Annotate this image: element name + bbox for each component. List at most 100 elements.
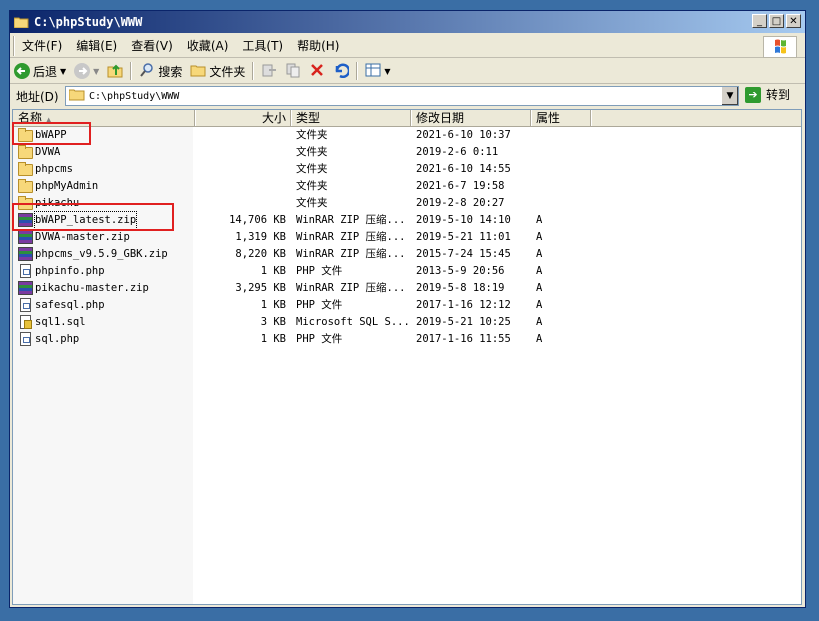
back-dropdown-icon[interactable]: ▼ [60,67,66,76]
file-modified: 2019-5-21 10:25 [416,316,511,328]
go-button[interactable]: ➔ 转到 [745,86,790,103]
file-size [198,144,286,161]
file-type: PHP 文件 [296,333,343,345]
list-item[interactable]: phpcms_v9.5.9_GBK.zip 8,220 KB WinRAR ZIP … [13,246,801,263]
minimize-button[interactable]: _ [752,14,767,28]
address-value: C:\phpStudy\WWW [89,90,180,102]
list-item[interactable]: pikachu-master.zip 3,295 KB WinRAR ZIP 压缩.… [13,280,801,297]
winrar-zip-icon [18,230,33,244]
list-item[interactable]: sql.php 1 KB PHP 文件 2017-1-16 11:55 A [13,331,801,348]
column-attributes[interactable]: 属性 [531,110,591,126]
file-modified: 2019-5-10 14:10 [416,214,511,226]
file-name: bWAPP [35,129,67,141]
file-modified: 2019-5-21 11:01 [416,231,511,243]
list-item[interactable]: DVWA 文件夹 2019-2-6 0:11 [13,144,801,161]
sql-file-icon [20,315,32,329]
list-item[interactable]: phpcms 文件夹 2021-6-10 14:55 [13,161,801,178]
copy-to-icon [285,62,301,81]
title-bar[interactable]: C:\phpStudy\WWW _ □ ✕ [10,11,805,33]
forward-button[interactable]: ▼ [70,60,103,82]
up-folder-button[interactable] [103,60,127,82]
menu-view[interactable]: 查看(V) [124,36,180,56]
file-modified: 2019-5-8 18:19 [416,282,505,294]
winrar-zip-icon [18,281,33,295]
winrar-zip-icon [18,213,33,227]
move-to-button[interactable] [257,60,281,82]
file-name: DVWA [35,146,61,158]
file-attributes: A [536,282,543,294]
file-modified: 2021-6-10 10:37 [416,129,511,141]
list-item[interactable]: phpMyAdmin 文件夹 2021-6-7 19:58 [13,178,801,195]
menu-edit[interactable]: 编辑(E) [69,36,124,56]
list-item[interactable]: DVWA-master.zip 1,319 KB WinRAR ZIP 压缩... 2… [13,229,801,246]
list-item[interactable]: bWAPP_latest.zip 14,706 KB WinRAR ZIP 压缩..… [13,211,801,230]
file-attributes: A [536,265,543,277]
file-modified: 2017-1-16 11:55 [416,333,511,345]
file-attributes: A [536,248,543,260]
column-name[interactable]: 名称 ▲ [13,110,195,126]
file-name: sql.php [35,333,80,345]
file-type: 文件夹 [296,180,328,192]
file-modified: 2019-2-6 0:11 [416,146,499,158]
file-name: safesql.php [35,299,105,311]
views-button[interactable]: ▼ [361,60,394,82]
file-list[interactable]: 名称 ▲ 大小 类型 修改日期 属性 bWAPP 文件夹 2021-6-10 10:3… [12,109,802,605]
address-input[interactable]: C:\phpStudy\WWW ▼ [65,86,739,106]
file-type: Microsoft SQL S... [296,316,410,328]
file-name: phpMyAdmin [35,180,99,192]
file-name: bWAPP_latest.zip [33,211,138,230]
folder-icon [18,145,33,159]
column-size-label: 大小 [261,111,286,125]
windows-logo-icon [763,36,797,58]
folder-icon [18,179,33,193]
explorer-window: C:\phpStudy\WWW _ □ ✕ 文件(F) 编辑(E) 查看(V) … [9,10,806,608]
file-size: 1 KB [260,299,286,311]
menu-file[interactable]: 文件(F) [14,36,69,56]
maximize-button[interactable]: □ [769,14,784,28]
delete-icon [309,62,325,81]
file-name: DVWA-master.zip [35,231,130,243]
file-size [198,178,286,195]
copy-to-button[interactable] [281,60,305,82]
file-type: 文件夹 [296,129,328,141]
search-label: 搜索 [158,64,183,79]
file-modified: 2019-2-8 20:27 [416,197,505,209]
window-title: C:\phpStudy\WWW [34,15,143,29]
file-type: 文件夹 [296,163,328,175]
folder-icon [18,128,33,142]
menu-tools[interactable]: 工具(T) [235,36,290,56]
menu-favorites[interactable]: 收藏(A) [180,36,236,56]
list-item[interactable]: safesql.php 1 KB PHP 文件 2017-1-16 12:12 A [13,297,801,314]
list-item[interactable]: bWAPP 文件夹 2021-6-10 10:37 [13,127,801,144]
file-size [198,161,286,178]
file-name: pikachu [35,197,80,209]
file-name: phpinfo.php [35,265,105,277]
list-item[interactable]: sql1.sql 3 KB Microsoft SQL S... 2019-5-21 … [13,314,801,331]
file-size: 1,319 KB [235,231,286,243]
delete-button[interactable] [305,60,329,82]
back-button[interactable]: 后退 ▼ [10,60,70,82]
menu-help[interactable]: 帮助(H) [290,36,346,56]
undo-button[interactable] [329,60,353,82]
folders-button[interactable]: 文件夹 [186,60,249,82]
search-button[interactable]: 搜索 [135,60,186,82]
undo-icon [333,62,351,81]
file-name: phpcms_v9.5.9_GBK.zip [35,248,168,260]
column-type[interactable]: 类型 [291,110,411,126]
file-modified: 2017-1-16 12:12 [416,299,511,311]
close-button[interactable]: ✕ [786,14,801,28]
back-arrow-icon [14,63,30,79]
address-dropdown-icon[interactable]: ▼ [721,87,738,105]
views-dropdown-icon[interactable]: ▼ [384,67,390,76]
list-item[interactable]: pikachu 文件夹 2019-2-8 20:27 [13,195,801,212]
column-name-label: 名称 [18,111,43,125]
address-label: 地址(D) [16,89,59,104]
column-size[interactable]: 大小 [195,110,291,126]
forward-dropdown-icon[interactable]: ▼ [93,67,99,76]
column-modified-label: 修改日期 [416,111,465,125]
list-item[interactable]: phpinfo.php 1 KB PHP 文件 2013-5-9 20:56 A [13,263,801,280]
file-attributes: A [536,299,543,311]
file-type: PHP 文件 [296,265,343,277]
winrar-zip-icon [18,247,33,261]
column-modified[interactable]: 修改日期 [411,110,531,126]
